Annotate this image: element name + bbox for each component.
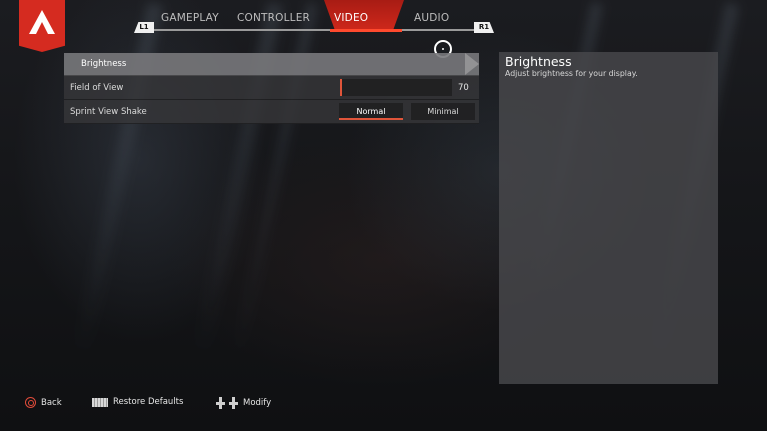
fov-slider-fill — [340, 79, 342, 96]
description-text: Adjust brightness for your display. — [505, 69, 638, 78]
modify-action[interactable]: Modify — [216, 397, 271, 409]
tab-audio[interactable]: AUDIO — [414, 12, 449, 24]
tab-gameplay[interactable]: GAMEPLAY — [161, 12, 219, 24]
tab-controller[interactable]: CONTROLLER — [237, 12, 310, 24]
l1-bumper-icon[interactable]: L1 — [134, 22, 154, 33]
setting-label: Sprint View Shake — [70, 107, 147, 117]
tab-active-glow — [330, 29, 402, 32]
settings-list: Brightness Field of View 70 Sprint View … — [64, 53, 479, 124]
tab-underline — [150, 29, 478, 31]
description-panel: Brightness Adjust brightness for your di… — [499, 52, 718, 384]
apex-logo-icon — [19, 0, 65, 52]
circle-button-icon — [25, 397, 36, 408]
restore-defaults-action[interactable]: Restore Defaults — [92, 397, 183, 407]
modify-label: Modify — [243, 398, 272, 408]
selection-arrow — [465, 53, 479, 75]
restore-defaults-label: Restore Defaults — [113, 397, 184, 407]
option-minimal[interactable]: Minimal — [411, 103, 475, 120]
fov-value: 70 — [458, 83, 469, 93]
fov-slider[interactable] — [340, 79, 452, 96]
back-action[interactable]: Back — [25, 397, 62, 408]
setting-row-field-of-view[interactable]: Field of View 70 — [64, 76, 479, 100]
description-title: Brightness — [505, 54, 572, 69]
back-label: Back — [41, 397, 62, 408]
dpad-icon — [216, 397, 238, 409]
touchpad-icon — [92, 397, 108, 407]
r1-bumper-icon[interactable]: R1 — [474, 22, 494, 33]
tab-video[interactable]: VIDEO — [334, 12, 368, 24]
settings-tab-bar: L1 GAMEPLAY CONTROLLER VIDEO AUDIO R1 — [128, 0, 500, 33]
setting-row-brightness[interactable]: Brightness — [64, 53, 479, 76]
setting-label: Brightness — [81, 59, 127, 69]
option-normal[interactable]: Normal — [339, 103, 403, 120]
setting-label: Field of View — [70, 83, 124, 93]
setting-row-sprint-view-shake[interactable]: Sprint View Shake Normal Minimal — [64, 100, 479, 124]
